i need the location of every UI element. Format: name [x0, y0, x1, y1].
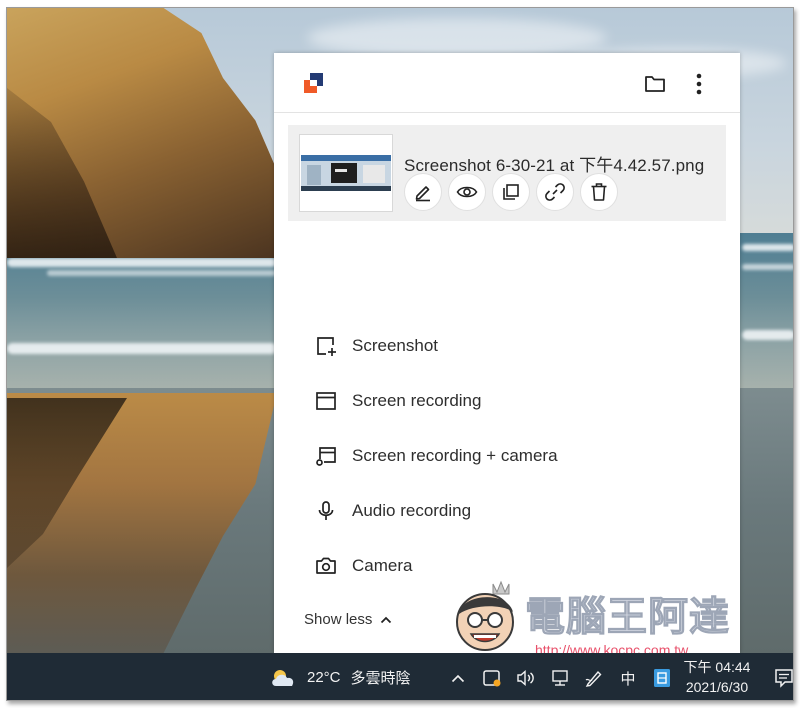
weather-temperature: 22°C: [307, 669, 341, 686]
network-button[interactable]: [549, 667, 571, 689]
show-less-button[interactable]: Show less: [304, 611, 392, 628]
screenshot-frame: Screenshot 6-30-21 at 下午4.42.57.png Scre…: [6, 7, 794, 701]
file-thumbnail[interactable]: [299, 134, 393, 212]
watermark-title: 電腦王阿達: [525, 594, 730, 641]
link-icon: [545, 183, 565, 201]
menu-item-camera[interactable]: Camera: [314, 549, 412, 583]
taskbar: 22°C 多雲時陰 中 下午 04:44 2021/6/30: [7, 653, 793, 700]
network-icon: [552, 670, 568, 686]
menu-item-label: Screen recording: [352, 391, 482, 410]
menu-item-label: Screen recording + camera: [352, 446, 558, 465]
copy-icon: [503, 184, 519, 200]
speaker-icon: [517, 669, 534, 687]
more-vert-icon: [696, 73, 702, 95]
chevron-up-icon: [381, 616, 392, 623]
clock-time: 下午 04:44: [683, 659, 751, 675]
edit-button[interactable]: [404, 173, 442, 211]
folder-icon: [645, 76, 665, 92]
screen-recording-icon: [314, 389, 338, 413]
link-button[interactable]: [536, 173, 574, 211]
tray-expand-button[interactable]: [447, 667, 469, 689]
copy-button[interactable]: [492, 173, 530, 211]
weather-widget[interactable]: 22°C 多雲時陰: [269, 667, 411, 688]
microphone-icon: [314, 499, 338, 523]
panel-header: [274, 53, 740, 113]
capture-panel: Screenshot 6-30-21 at 下午4.42.57.png Scre…: [274, 53, 740, 653]
system-tray: 中: [447, 667, 673, 689]
menu-item-screen-recording[interactable]: Screen recording: [314, 384, 481, 418]
volume-button[interactable]: [515, 667, 537, 689]
clock-date: 2021/6/30: [685, 679, 749, 695]
menu-item-label: Audio recording: [352, 501, 472, 520]
menu-item-label: Camera: [352, 556, 413, 575]
tray-app-button[interactable]: [481, 667, 503, 689]
taskbar-clock[interactable]: 下午 04:44 2021/6/30: [677, 657, 757, 697]
camera-icon: [314, 554, 338, 578]
ime-mode-button[interactable]: [651, 667, 673, 689]
menu-item-audio-recording[interactable]: Audio recording: [314, 494, 471, 528]
pen-icon: [585, 670, 602, 687]
menu-item-label: Screenshot: [352, 336, 438, 355]
folder-button[interactable]: [640, 69, 670, 99]
weather-condition: 多雲時陰: [350, 670, 411, 687]
menu-item-screen-camera[interactable]: Screen recording + camera: [314, 439, 558, 473]
preview-button[interactable]: [448, 173, 486, 211]
trash-icon: [591, 183, 607, 201]
notification-button[interactable]: [773, 667, 793, 689]
screen-camera-icon: [314, 444, 338, 468]
app-logo: [304, 73, 323, 93]
file-actions: [404, 173, 618, 211]
pen-button[interactable]: [583, 667, 605, 689]
menu-item-screenshot[interactable]: Screenshot: [314, 329, 438, 363]
edit-icon: [415, 186, 430, 202]
ime-indicator[interactable]: 中: [617, 667, 639, 689]
chevron-up-icon: [451, 674, 465, 682]
screen-badge-icon: [483, 670, 501, 687]
ime-mode-icon: [654, 669, 670, 687]
cloud-icon: [272, 669, 294, 686]
mascot-logo: [456, 580, 514, 651]
screenshot-icon: [314, 334, 338, 358]
more-options-button[interactable]: [684, 69, 714, 99]
show-less-label: Show less: [304, 611, 373, 628]
notification-icon: [775, 669, 793, 688]
delete-button[interactable]: [580, 173, 618, 211]
recent-file-card[interactable]: Screenshot 6-30-21 at 下午4.42.57.png: [288, 125, 726, 221]
eye-icon: [456, 186, 478, 198]
